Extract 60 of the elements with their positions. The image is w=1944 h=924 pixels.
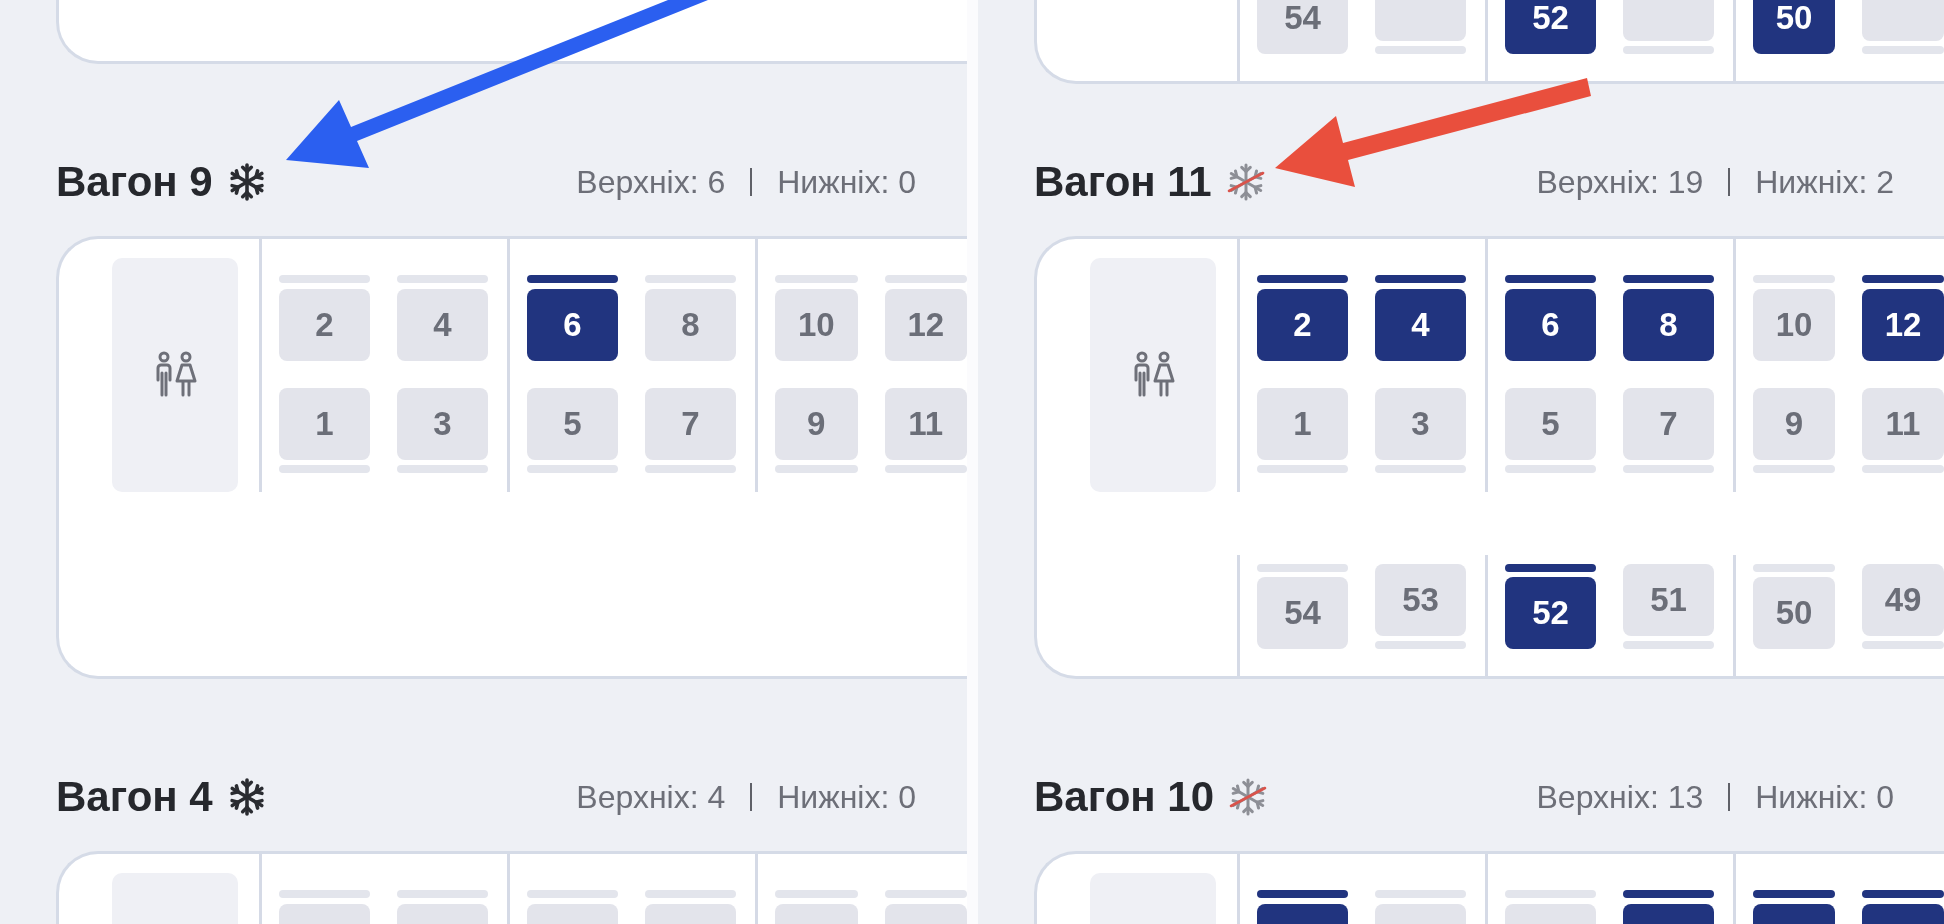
seat-button[interactable] — [279, 904, 370, 924]
seat-button[interactable] — [1375, 0, 1466, 41]
seat-button[interactable]: 6 — [527, 289, 618, 361]
upper-berth-count: Верхніх: 6 — [576, 163, 726, 202]
seat-button[interactable]: 7 — [1623, 388, 1714, 460]
seat-button[interactable] — [884, 904, 967, 924]
seat-button[interactable]: 1 — [1257, 388, 1348, 460]
seat-button[interactable] — [1753, 904, 1835, 924]
lower-berth-count: Нижніх: 0 — [777, 778, 916, 817]
seat-button[interactable]: 3 — [1375, 388, 1466, 460]
seat-button[interactable]: 49 — [1862, 564, 1944, 636]
seat-button[interactable]: 5 — [527, 388, 618, 460]
seat-button[interactable]: 10 — [1753, 289, 1835, 361]
seat-button[interactable]: 12 — [1862, 289, 1944, 361]
seat-button[interactable]: 11 — [884, 388, 967, 460]
seat-button[interactable]: 5 — [1505, 388, 1596, 460]
seat-button[interactable] — [1505, 904, 1596, 924]
seat-button[interactable]: 11 — [1862, 388, 1944, 460]
wagon-title: Вагон 4 — [56, 772, 213, 822]
seat-button[interactable]: 52 — [1505, 0, 1596, 54]
seat-button[interactable] — [1862, 0, 1944, 41]
seat-button[interactable] — [775, 904, 858, 924]
seat-button[interactable]: 50 — [1753, 0, 1835, 54]
wagon-title: Вагон 9 — [56, 157, 213, 207]
seat-button[interactable]: 52 — [1505, 577, 1596, 649]
seat-button[interactable] — [397, 904, 488, 924]
lower-berth-count: Нижніх: 2 — [1755, 163, 1894, 202]
wagon-title: Вагон 11 — [1034, 157, 1212, 207]
seat-button[interactable]: 6 — [1505, 289, 1596, 361]
seat-button[interactable]: 1 — [279, 388, 370, 460]
seat-button[interactable]: 4 — [397, 289, 488, 361]
lower-berth-count: Нижніх: 0 — [1755, 778, 1894, 817]
seat-button[interactable]: 51 — [1623, 564, 1714, 636]
seat-button[interactable]: 53 — [1375, 564, 1466, 636]
seat-button[interactable] — [1623, 0, 1714, 41]
seat-button[interactable]: 10 — [775, 289, 858, 361]
seat-button[interactable]: 12 — [884, 289, 967, 361]
seat-button[interactable]: 4 — [1375, 289, 1466, 361]
upper-berth-count: Верхніх: 19 — [1536, 163, 1704, 202]
seat-button[interactable]: 8 — [1623, 289, 1714, 361]
seat-button[interactable]: 50 — [1753, 577, 1835, 649]
seat-button[interactable] — [527, 904, 618, 924]
seat-button[interactable] — [1623, 904, 1714, 924]
lower-berth-count: Нижніх: 0 — [777, 163, 916, 202]
upper-berth-count: Верхніх: 4 — [576, 778, 726, 817]
seat-button[interactable]: 9 — [775, 388, 858, 460]
seat-button[interactable] — [645, 904, 736, 924]
seat-button[interactable]: 54 — [1257, 577, 1348, 649]
seat-button[interactable]: 3 — [397, 388, 488, 460]
seat-button[interactable]: 8 — [645, 289, 736, 361]
seat-button[interactable]: 2 — [1257, 289, 1348, 361]
upper-berth-count: Верхніх: 13 — [1536, 778, 1704, 817]
seat-button[interactable]: 7 — [645, 388, 736, 460]
seat-button[interactable]: 54 — [1257, 0, 1348, 54]
seat-button[interactable] — [1257, 904, 1348, 924]
wagon-title: Вагон 10 — [1034, 772, 1215, 822]
seat-button[interactable]: 9 — [1753, 388, 1835, 460]
seat-button[interactable] — [1375, 904, 1466, 924]
seat-button[interactable]: 2 — [279, 289, 370, 361]
seat-button[interactable] — [1862, 904, 1944, 924]
